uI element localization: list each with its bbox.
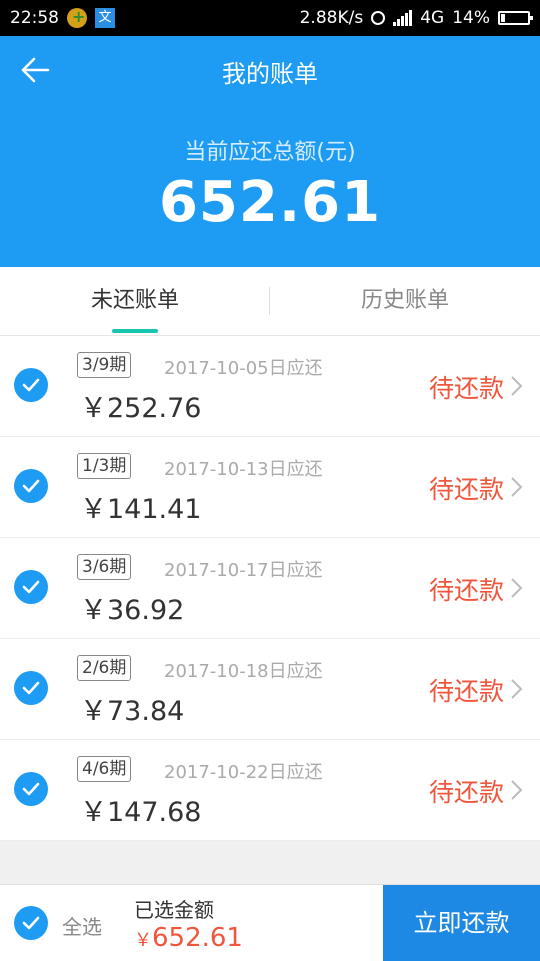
- bill-row[interactable]: 1/3期 2017-10-13日应还 ￥141.41 待还款: [0, 437, 540, 538]
- bill-checkbox[interactable]: [14, 570, 48, 604]
- select-all-label[interactable]: 全选: [62, 911, 102, 940]
- bill-row[interactable]: 2/6期 2017-10-18日应还 ￥73.84 待还款: [0, 639, 540, 740]
- payment-bar: 全选 已选金额 ￥652.61 立即还款: [0, 884, 540, 961]
- chevron-right-icon: [511, 376, 523, 396]
- bill-status: 待还款: [428, 374, 504, 403]
- chevron-right-icon: [511, 477, 523, 497]
- due-date: 2017-10-17日应还: [164, 560, 323, 581]
- selected-amount: ￥652.61: [134, 923, 243, 953]
- checkmark-icon: [22, 681, 40, 695]
- selected-amount-value: 652.61: [152, 923, 243, 953]
- bill-checkbox[interactable]: [14, 469, 48, 503]
- bill-status: 待还款: [428, 677, 504, 706]
- bill-list: 3/9期 2017-10-05日应还 ￥252.76 待还款 1/3期 2017…: [0, 336, 540, 841]
- installment-badge: 4/6期: [77, 756, 132, 782]
- location-icon: [371, 11, 386, 25]
- translate-app-icon: 文: [95, 8, 115, 28]
- bill-amount: ￥141.41: [80, 494, 202, 525]
- checkmark-icon: [22, 782, 40, 796]
- status-time: 22:58: [10, 8, 59, 28]
- status-bar: 22:58 文 2.88K/s 4G 14%: [0, 0, 540, 36]
- bill-row[interactable]: 3/6期 2017-10-17日应还 ￥36.92 待还款: [0, 538, 540, 639]
- bill-status: 待还款: [428, 576, 504, 605]
- installment-badge: 1/3期: [77, 453, 132, 479]
- bill-checkbox[interactable]: [14, 671, 48, 705]
- installment-badge: 2/6期: [77, 655, 132, 681]
- signal-icon: [393, 10, 413, 26]
- bill-amount: ￥147.68: [80, 797, 202, 828]
- due-date: 2017-10-22日应还: [164, 762, 323, 783]
- active-tab-indicator: [112, 329, 158, 333]
- bill-checkbox[interactable]: [14, 772, 48, 806]
- installment-badge: 3/9期: [77, 352, 132, 378]
- page-title: 我的账单: [222, 60, 318, 88]
- bill-summary-header: 我的账单 当前应还总额(元) 652.61: [0, 36, 540, 267]
- chevron-right-icon: [511, 679, 523, 699]
- app-notification-icon: [67, 7, 87, 28]
- chevron-right-icon: [511, 578, 523, 598]
- checkmark-icon: [22, 580, 40, 594]
- bill-checkbox[interactable]: [14, 368, 48, 402]
- checkmark-icon: [22, 916, 40, 930]
- select-all-checkbox[interactable]: [14, 906, 48, 940]
- bill-status: 待还款: [428, 475, 504, 504]
- total-due-amount: 652.61: [158, 170, 382, 235]
- bill-row[interactable]: 4/6期 2017-10-22日应还 ￥147.68 待还款: [0, 740, 540, 841]
- bill-amount: ￥252.76: [80, 393, 202, 424]
- due-date: 2017-10-18日应还: [164, 661, 323, 682]
- installment-badge: 3/6期: [77, 554, 132, 580]
- network-speed: 2.88K/s: [299, 8, 364, 28]
- battery-icon: [498, 11, 533, 25]
- total-due-label: 当前应还总额(元): [184, 140, 356, 165]
- bill-row[interactable]: 3/9期 2017-10-05日应还 ￥252.76 待还款: [0, 336, 540, 437]
- pay-now-button[interactable]: 立即还款: [383, 885, 540, 961]
- tab-unpaid-bills[interactable]: 未还账单: [0, 267, 270, 335]
- due-date: 2017-10-13日应还: [164, 459, 323, 480]
- tab-history-bills[interactable]: 历史账单: [270, 267, 540, 335]
- currency-symbol: ￥: [134, 930, 152, 951]
- chevron-right-icon: [511, 780, 523, 800]
- selected-amount-label: 已选金额: [134, 898, 214, 922]
- checkmark-icon: [22, 378, 40, 392]
- due-date: 2017-10-05日应还: [164, 358, 323, 379]
- bill-status: 待还款: [428, 778, 504, 807]
- bill-tabs: 未还账单 历史账单: [0, 267, 540, 336]
- checkmark-icon: [22, 479, 40, 493]
- network-type: 4G: [420, 8, 445, 28]
- battery-percent: 14%: [452, 8, 490, 28]
- bill-amount: ￥73.84: [80, 696, 185, 727]
- bill-amount: ￥36.92: [80, 595, 185, 626]
